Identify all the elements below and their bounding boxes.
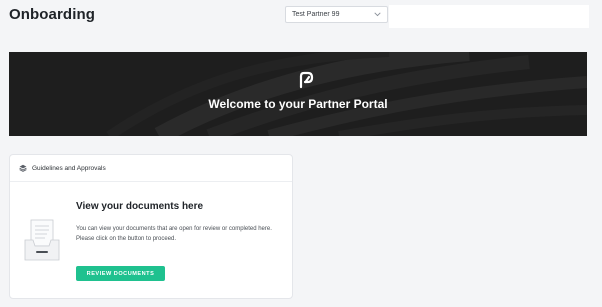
chevron-down-icon <box>373 11 381 19</box>
review-documents-button[interactable]: REVIEW DOCUMENTS <box>76 266 165 281</box>
card-title: View your documents here <box>76 201 204 212</box>
banner-wave-pattern <box>106 52 587 136</box>
guidelines-card: Guidelines and Approvals View your docum… <box>9 154 293 299</box>
partner-select-value: Test Partner 99 <box>292 11 340 18</box>
layers-icon <box>19 164 27 172</box>
banner-title: Welcome to your Partner Portal <box>208 97 388 111</box>
header-blank-panel <box>389 5 589 28</box>
document-tray-icon <box>24 219 60 261</box>
partner-select[interactable]: Test Partner 99 <box>285 6 388 23</box>
card-header-label: Guidelines and Approvals <box>32 164 106 172</box>
partner-portal-logo <box>299 71 314 89</box>
card-header: Guidelines and Approvals <box>10 155 292 182</box>
page-title: Onboarding <box>9 6 95 23</box>
welcome-banner: Welcome to your Partner Portal <box>9 52 587 136</box>
card-description: You can view your documents that are ope… <box>76 226 272 242</box>
